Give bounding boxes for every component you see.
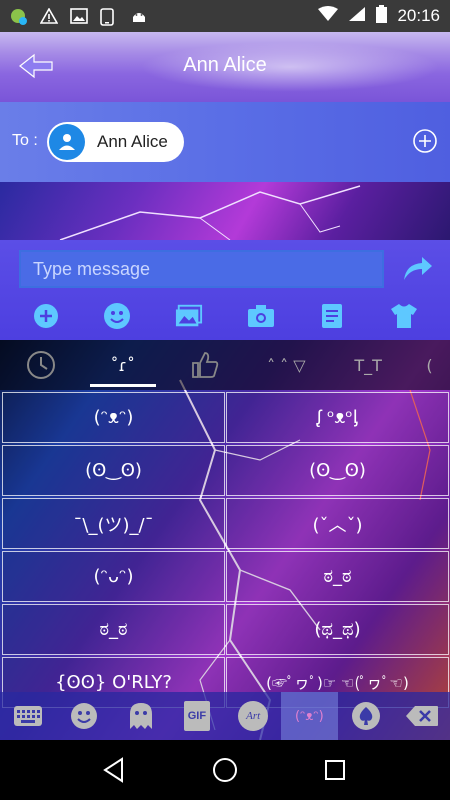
compose-toolbar — [0, 298, 450, 334]
art-icon: Art — [238, 701, 269, 731]
camera-icon — [247, 305, 274, 327]
template-button[interactable] — [318, 302, 346, 330]
emoji-button[interactable] — [103, 302, 131, 330]
gallery-icon — [176, 304, 203, 327]
tab-gestures[interactable] — [164, 340, 246, 390]
send-icon[interactable] — [400, 254, 434, 284]
add-attachment-button[interactable] — [32, 302, 60, 330]
to-label: To : — [12, 132, 38, 149]
emoji-icon — [71, 703, 98, 729]
note-icon — [322, 304, 343, 328]
tab-kaomoji-2[interactable]: ˄ ˄ ▽ — [245, 340, 327, 390]
kaomoji-cell[interactable]: ¯\_(ツ)_/¯ — [2, 498, 225, 549]
tab-label: ( — [426, 355, 433, 375]
warning-icon — [39, 7, 59, 24]
conversation-header: Ann Alice — [0, 32, 450, 102]
recipient-name: Ann Alice — [97, 132, 168, 151]
nav-back-icon[interactable] — [100, 755, 130, 785]
kaomoji-tab-button[interactable]: (ᵔᴥᵔ) — [281, 692, 338, 740]
kaomoji-cell[interactable]: (ʘ‿ʘ) — [226, 445, 449, 496]
add-recipient-icon[interactable] — [412, 128, 438, 154]
recipient-row: To : Ann Alice — [0, 102, 450, 182]
battery-icon — [376, 4, 388, 28]
image-icon — [70, 8, 88, 24]
smiley-icon — [104, 303, 131, 329]
plus-circle-icon — [33, 304, 58, 328]
tab-label: T_T — [354, 355, 382, 375]
page-title: Ann Alice — [183, 54, 267, 76]
theme-button[interactable] — [390, 302, 418, 330]
recipient-chip[interactable]: Ann Alice — [47, 122, 184, 162]
keyboard-icon — [14, 706, 43, 726]
tab-kaomoji-4[interactable]: ( — [409, 340, 450, 390]
keyboard-mode-bar: GIF Art (ᵔᴥᵔ) — [0, 692, 450, 740]
nav-home-icon[interactable] — [210, 755, 240, 785]
avatar — [49, 124, 85, 160]
tab-kaomoji-3[interactable]: T_T — [327, 340, 409, 390]
kaomoji-cell[interactable]: ಠ_ಠ — [2, 604, 225, 655]
delete-icon — [405, 706, 438, 726]
art-tab-button[interactable]: Art — [225, 692, 281, 740]
tab-recent[interactable] — [0, 340, 82, 390]
shirt-icon — [391, 304, 418, 328]
keyboard-switch-button[interactable] — [0, 692, 56, 740]
ghost-icon — [129, 703, 152, 729]
app-notification-icon — [10, 8, 28, 25]
wifi-icon — [318, 5, 339, 27]
kaomoji-keyboard: ˚ɾ˚ ˄ ˄ ▽ T_T ( (ᵔᴥᵔ) ᶘ ᵒᴥᵒᶅ (ʘ‿ʘ) (ʘ‿ʘ)… — [0, 340, 450, 740]
nav-recents-icon[interactable] — [320, 755, 350, 785]
kaomoji-cell[interactable]: (ʘ‿ʘ) — [2, 445, 225, 496]
android-icon — [130, 8, 148, 24]
thumbs-up-icon — [191, 352, 218, 378]
tab-label: ˚ɾ˚ — [110, 355, 135, 375]
clock-time: 20:16 — [397, 6, 440, 25]
thread-background — [0, 182, 450, 240]
kaomoji-cell[interactable]: (ಥ_ಥ) — [226, 604, 449, 655]
kaomoji-cell[interactable]: (ˇ︿ˇ) — [226, 498, 449, 549]
signal-icon — [348, 6, 366, 27]
status-bar: 20:16 — [0, 0, 450, 32]
person-icon — [59, 134, 75, 150]
delete-button[interactable] — [394, 692, 450, 740]
spade-icon — [351, 702, 380, 730]
camera-button[interactable] — [247, 302, 275, 330]
message-input[interactable] — [19, 250, 384, 288]
kaomoji-cell[interactable]: (ᵔᴥᵔ) — [2, 392, 225, 443]
system-navigation-bar — [0, 740, 450, 800]
kaomoji-icon: (ᵔᴥᵔ) — [294, 709, 324, 724]
kaomoji-cell[interactable]: ᶘ ᵒᴥᵒᶅ — [226, 392, 449, 443]
tab-kaomoji-1[interactable]: ˚ɾ˚ — [82, 340, 164, 390]
gallery-button[interactable] — [175, 302, 203, 330]
kaomoji-cell[interactable]: ಠ_ಠ — [226, 551, 449, 602]
gif-tab-button[interactable]: GIF — [169, 692, 225, 740]
gif-icon: GIF — [183, 701, 210, 731]
emoji-tab-button[interactable] — [56, 692, 112, 740]
symbols-tab-button[interactable] — [338, 692, 394, 740]
tab-label: ˄ ˄ ▽ — [267, 355, 306, 375]
compose-area — [0, 240, 450, 340]
phone-icon — [100, 8, 118, 26]
kaomoji-category-tabs: ˚ɾ˚ ˄ ˄ ▽ T_T ( — [0, 340, 450, 390]
kaomoji-cell[interactable]: (ᵔᴗᵔ) — [2, 551, 225, 602]
clock-icon — [26, 351, 55, 379]
sticker-tab-button[interactable] — [113, 692, 169, 740]
